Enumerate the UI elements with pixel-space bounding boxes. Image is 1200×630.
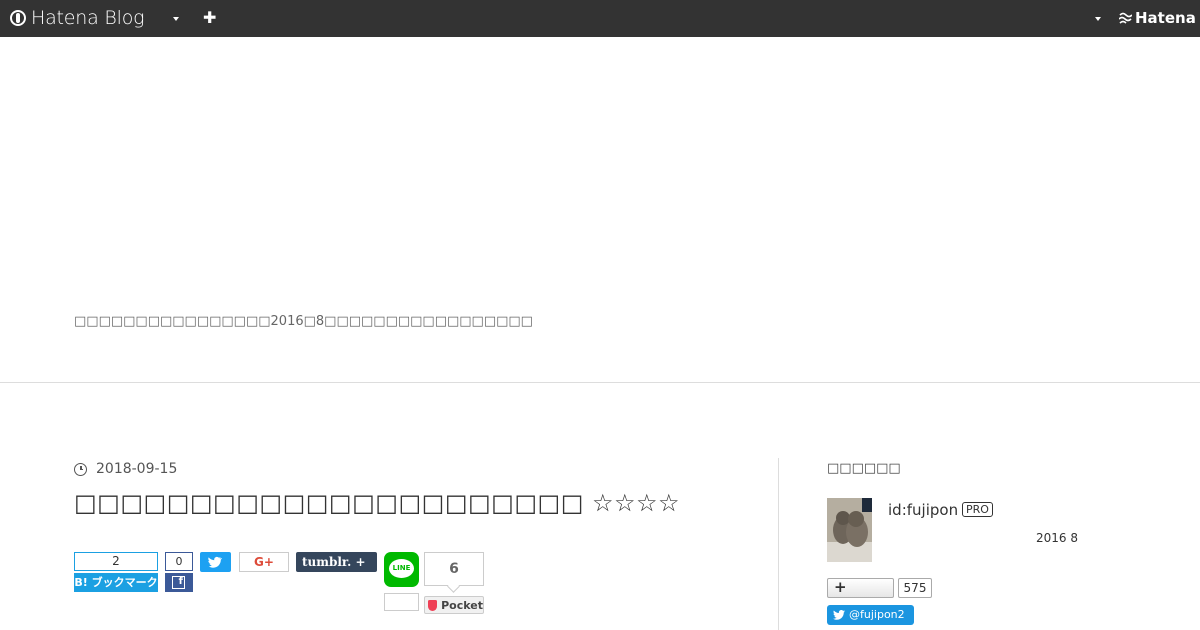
sidebar-user-id[interactable]: id:fujipon bbox=[888, 501, 958, 519]
hatena-link[interactable]: Hatena bbox=[1119, 9, 1196, 27]
pro-badge: PRO bbox=[962, 502, 993, 517]
user-menu-chevron-down-icon[interactable] bbox=[1095, 17, 1101, 21]
pocket-icon bbox=[428, 599, 438, 611]
sidebar-module-title: □□□□□□ bbox=[827, 461, 901, 476]
hatena-bookmark-label: B! ブックマーク bbox=[74, 573, 158, 592]
twitter-share-button[interactable] bbox=[200, 552, 231, 572]
blog-description: □□□□□□□□□□□□□□□□2016□8□□□□□□□□□□□□□□□□□ bbox=[74, 314, 533, 329]
blog-menu-chevron-down-icon[interactable] bbox=[173, 17, 179, 21]
line-icon: LINE bbox=[389, 559, 414, 578]
google-plus-share-button[interactable]: G+ bbox=[239, 552, 289, 572]
twitter-handle: @fujipon2 bbox=[849, 608, 905, 621]
clock-icon bbox=[74, 462, 87, 476]
facebook-share-button[interactable]: 0 f bbox=[165, 552, 193, 592]
entry-date[interactable]: 2018-09-15 bbox=[74, 461, 177, 477]
entry-title[interactable]: □□□□□□□□□□□□□□□□□□□□□□ ☆☆☆☆ bbox=[74, 489, 680, 517]
twitter-follow-button[interactable]: @fujipon2 bbox=[827, 605, 914, 625]
entry-date-text: 2018-09-15 bbox=[96, 461, 178, 477]
line-count-box bbox=[384, 593, 419, 611]
follow-button[interactable]: + bbox=[827, 578, 894, 598]
twitter-bird-icon bbox=[833, 610, 845, 620]
hatena-blog-logo-icon bbox=[10, 10, 26, 26]
facebook-icon: f bbox=[172, 576, 185, 589]
blog-since-text: 2016 8 bbox=[1036, 531, 1078, 545]
hatena-blog-logo[interactable]: Hatena Blog bbox=[10, 7, 145, 29]
facebook-count: 0 bbox=[165, 552, 193, 571]
pocket-label: Pocket bbox=[441, 598, 483, 612]
pocket-save-button[interactable]: Pocket bbox=[424, 596, 484, 614]
pocket-count: 6 bbox=[424, 552, 484, 586]
sidebar-divider bbox=[778, 458, 779, 630]
global-header: Hatena Blog ✚ Hatena bbox=[0, 0, 1200, 37]
line-share-button[interactable]: LINE bbox=[384, 552, 419, 587]
follower-count[interactable]: 575 bbox=[898, 578, 932, 598]
facebook-label: f bbox=[165, 573, 193, 592]
tumblr-share-button[interactable]: tumblr. + bbox=[296, 552, 377, 572]
new-entry-plus-icon[interactable]: ✚ bbox=[203, 8, 216, 28]
hatena-bookmark-button[interactable]: 2 B! ブックマーク bbox=[74, 552, 158, 592]
header-divider bbox=[0, 382, 1200, 383]
avatar[interactable] bbox=[827, 498, 872, 562]
hatena-wave-icon bbox=[1119, 12, 1132, 24]
logo-text: Hatena Blog bbox=[31, 7, 145, 29]
twitter-bird-icon bbox=[208, 556, 223, 568]
hatena-bookmark-count[interactable]: 2 bbox=[74, 552, 158, 571]
monkey-photo-icon bbox=[827, 498, 872, 562]
hatena-text: Hatena bbox=[1135, 9, 1196, 27]
